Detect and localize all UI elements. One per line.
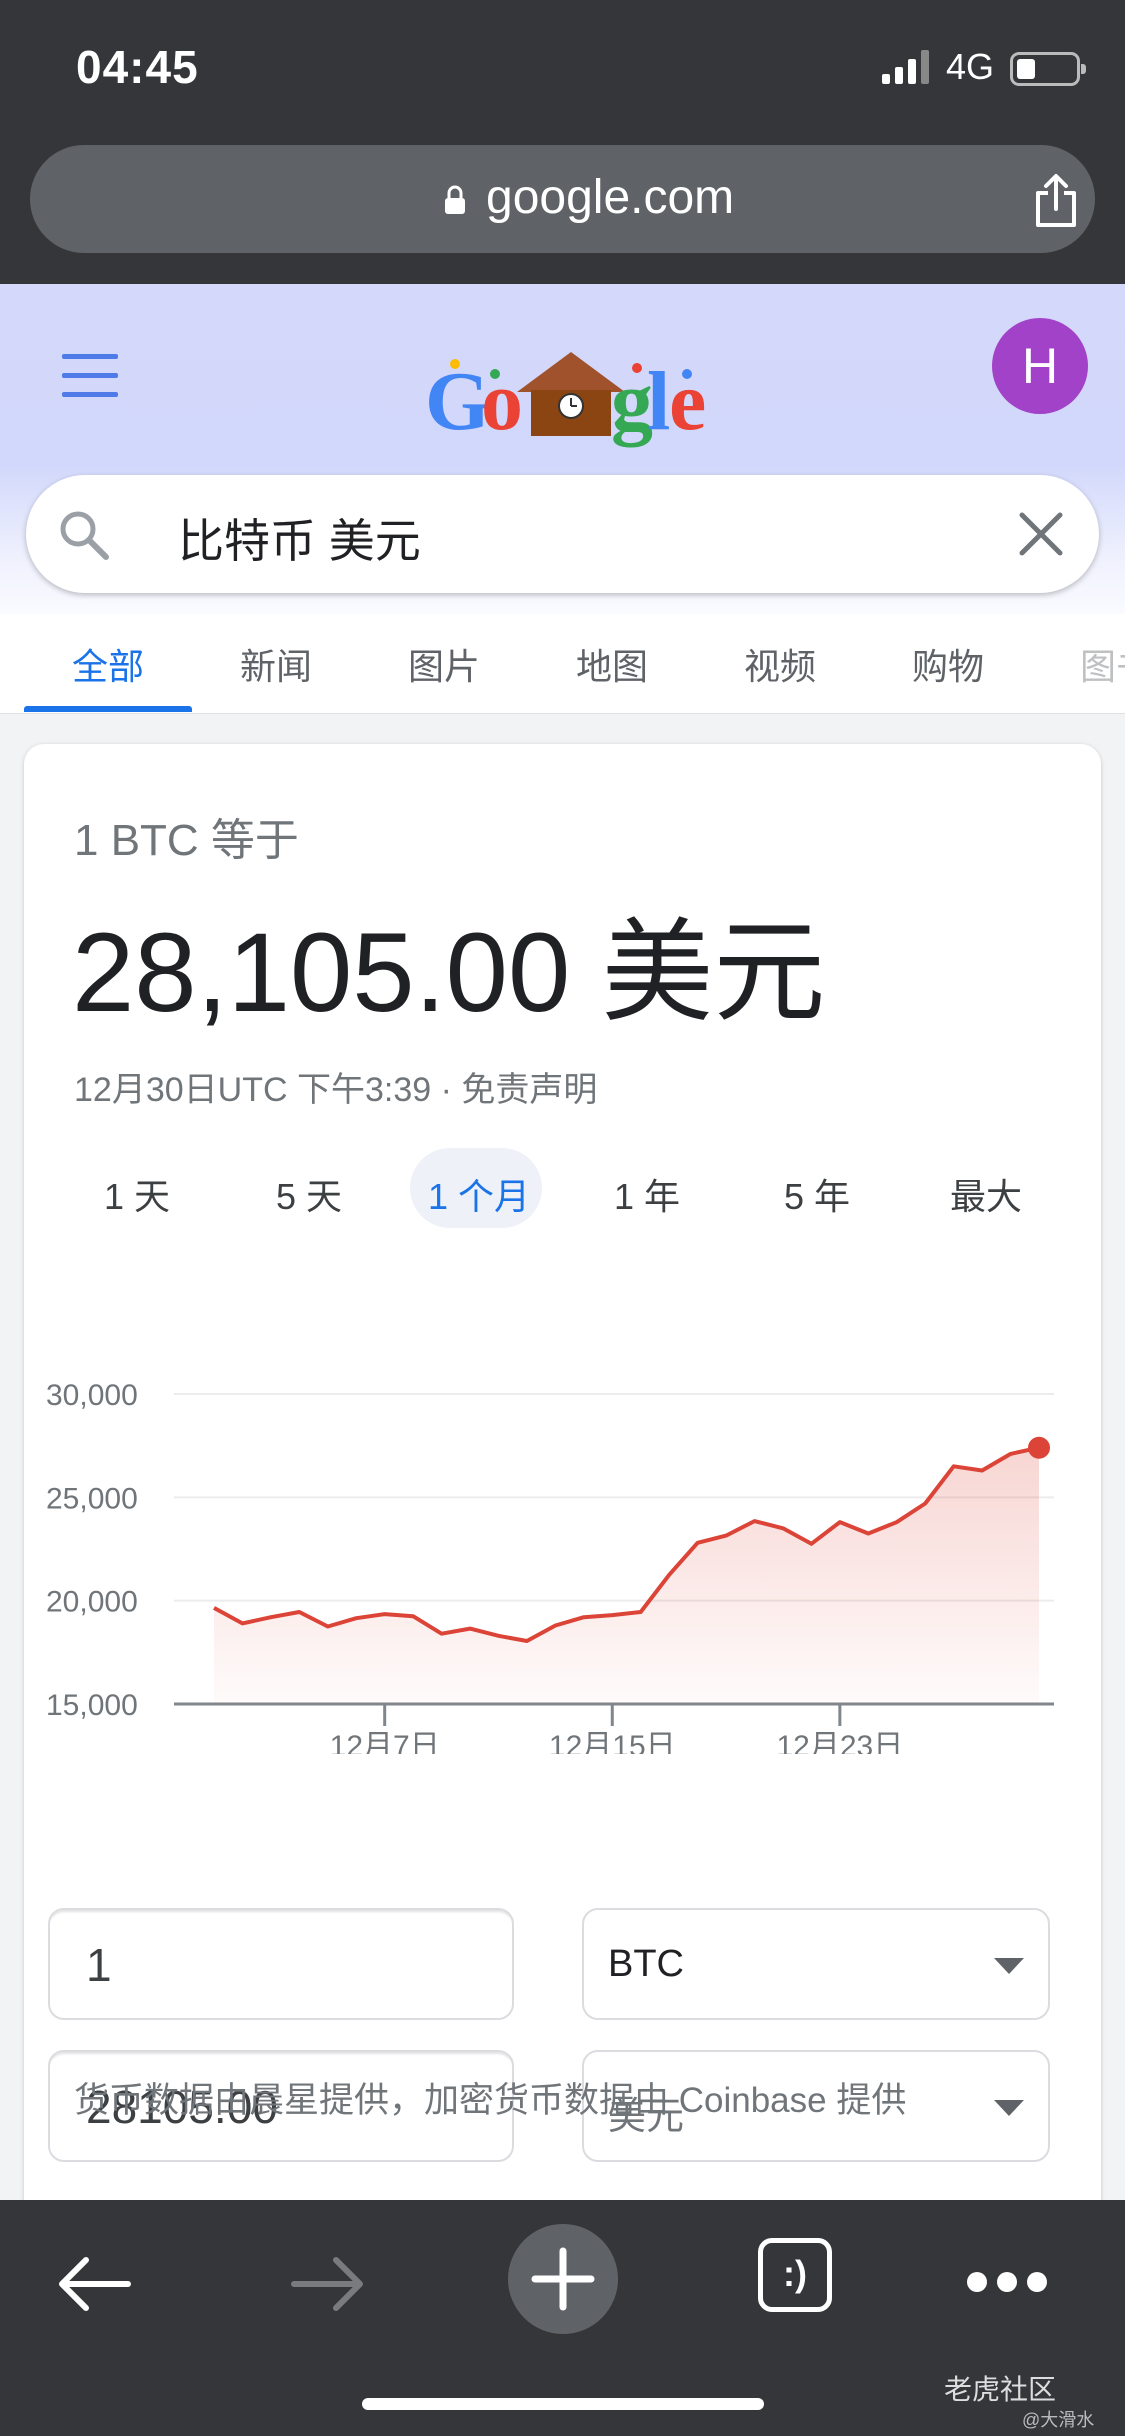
amount-value[interactable]: 1 xyxy=(86,1938,112,1992)
tab-books[interactable]: 图书 xyxy=(1080,638,1125,690)
tab-maps[interactable]: 地图 xyxy=(576,638,648,690)
chart-data-point xyxy=(922,1501,928,1507)
y-tick-label: 20,000 xyxy=(46,1586,138,1619)
results-area: 1 BTC 等于 28,105.00 美元 12月30日UTC 下午3:39 ·… xyxy=(0,714,1125,2224)
range-max[interactable]: 最大 xyxy=(950,1168,1022,1220)
amount-input[interactable]: 1 xyxy=(48,1908,514,2020)
chart-data-point xyxy=(495,1633,501,1639)
currency-card: 1 BTC 等于 28,105.00 美元 12月30日UTC 下午3:39 ·… xyxy=(24,744,1101,2224)
chart-data-point xyxy=(211,1605,217,1611)
google-doodle-logo[interactable]: G o g l e xyxy=(425,344,715,454)
active-tab-indicator xyxy=(24,706,192,712)
dropdown-arrow-icon xyxy=(994,2100,1024,2116)
new-tab-button[interactable] xyxy=(508,2224,618,2334)
url-text: google.com xyxy=(486,171,735,224)
tab-videos[interactable]: 视频 xyxy=(744,638,816,690)
svg-text:o: o xyxy=(481,355,523,448)
lock-icon xyxy=(445,185,465,214)
watermark-subtext: @大滑水 xyxy=(1022,2410,1095,2430)
chart-data-point xyxy=(808,1541,814,1547)
watermark-text: 老虎社区 xyxy=(944,2374,1057,2405)
range-1d[interactable]: 1 天 xyxy=(104,1168,170,1220)
tab-switcher-button[interactable]: :) xyxy=(758,2238,832,2312)
chart-data-point xyxy=(865,1531,871,1537)
chart-data-point xyxy=(723,1533,729,1539)
status-time: 04:45 xyxy=(76,41,199,93)
from-currency-value: BTC xyxy=(608,1943,684,1985)
chart-data-point xyxy=(353,1615,359,1621)
battery-icon xyxy=(1010,52,1086,86)
svg-text:l: l xyxy=(647,355,670,448)
search-tabs: 全部 新闻 图片 地图 视频 购物 图书 xyxy=(0,614,1125,714)
y-tick-label: 15,000 xyxy=(46,1689,138,1722)
chart-data-point xyxy=(666,1572,672,1578)
forward-arrow-icon[interactable] xyxy=(288,2252,368,2316)
chart-area-fill xyxy=(214,1447,1039,1704)
chart-data-point xyxy=(638,1609,644,1615)
share-icon[interactable] xyxy=(1030,173,1082,229)
x-tick-label: 12月7日 xyxy=(330,1730,440,1754)
tab-all[interactable]: 全部 xyxy=(72,638,144,690)
timestamp-disclaimer[interactable]: 12月30日UTC 下午3:39 · 免责声明 xyxy=(74,1062,597,1111)
status-bar: 04:45 4G xyxy=(0,0,1125,140)
chart-data-point xyxy=(979,1467,985,1473)
chart-current-point xyxy=(1028,1436,1050,1459)
chart-data-point xyxy=(894,1519,900,1525)
browser-url-bar: google.com xyxy=(0,140,1125,284)
address-field[interactable]: google.com xyxy=(30,145,1095,253)
chart-data-point xyxy=(467,1626,473,1632)
chart-data-point xyxy=(1008,1451,1014,1457)
x-tick-label: 12月23日 xyxy=(776,1730,903,1754)
chart-data-point xyxy=(410,1613,416,1619)
account-avatar[interactable]: H xyxy=(992,318,1088,414)
chart-data-point xyxy=(609,1612,615,1618)
tab-images[interactable]: 图片 xyxy=(408,638,480,690)
chart-data-point xyxy=(268,1614,274,1620)
chart-data-point xyxy=(325,1624,331,1630)
chart-data-point xyxy=(296,1609,302,1615)
cellular-signal-icon xyxy=(882,50,929,84)
chart-data-point xyxy=(780,1525,786,1531)
browser-toolbar: :) 老虎社区 @大滑水 xyxy=(0,2200,1125,2436)
search-box[interactable]: 比特币 美元 xyxy=(26,475,1099,593)
range-5d[interactable]: 5 天 xyxy=(276,1168,342,1220)
chart-data-point xyxy=(524,1638,530,1644)
tab-shopping[interactable]: 购物 xyxy=(912,638,984,690)
price-chart[interactable]: 30,000 25,000 20,000 15,000 12月7日 12月15日 12月23… xyxy=(24,1304,1101,1754)
x-tick-label: 12月15日 xyxy=(549,1730,676,1754)
chart-data-point xyxy=(382,1611,388,1617)
y-tick-label: 25,000 xyxy=(46,1482,138,1515)
svg-text:e: e xyxy=(669,355,706,448)
tab-news[interactable]: 新闻 xyxy=(240,638,312,690)
home-indicator[interactable] xyxy=(362,2398,764,2410)
equals-label: 1 BTC 等于 xyxy=(74,816,299,865)
network-type: 4G xyxy=(946,46,995,87)
price-value: 28,105.00 美元 xyxy=(72,910,826,1035)
search-query[interactable]: 比特币 美元 xyxy=(178,505,421,571)
chart-data-point xyxy=(581,1614,587,1620)
range-1m[interactable]: 1 个月 xyxy=(428,1168,530,1220)
chart-data-point xyxy=(695,1540,701,1546)
hamburger-menu-icon[interactable] xyxy=(62,354,118,398)
chart-data-point xyxy=(552,1622,558,1628)
data-source-note: 货币数据由晨星提供，加密货币数据由 Coinbase 提供 xyxy=(74,2081,907,2120)
chart-data-point xyxy=(752,1518,758,1524)
dropdown-arrow-icon xyxy=(994,1958,1024,1974)
search-icon[interactable] xyxy=(56,507,112,563)
clear-icon[interactable] xyxy=(1016,509,1066,559)
plus-icon xyxy=(531,2247,595,2311)
back-arrow-icon[interactable] xyxy=(54,2252,134,2316)
chart-data-point xyxy=(439,1631,445,1637)
from-currency-select[interactable]: BTC xyxy=(582,1908,1050,2020)
y-tick-label: 30,000 xyxy=(46,1379,138,1412)
chart-data-point xyxy=(837,1519,843,1525)
more-options-icon[interactable] xyxy=(966,2270,1048,2294)
chart-data-point xyxy=(951,1463,957,1469)
range-5y[interactable]: 5 年 xyxy=(784,1168,850,1220)
chart-data-point xyxy=(239,1620,245,1626)
range-1y[interactable]: 1 年 xyxy=(614,1168,680,1220)
